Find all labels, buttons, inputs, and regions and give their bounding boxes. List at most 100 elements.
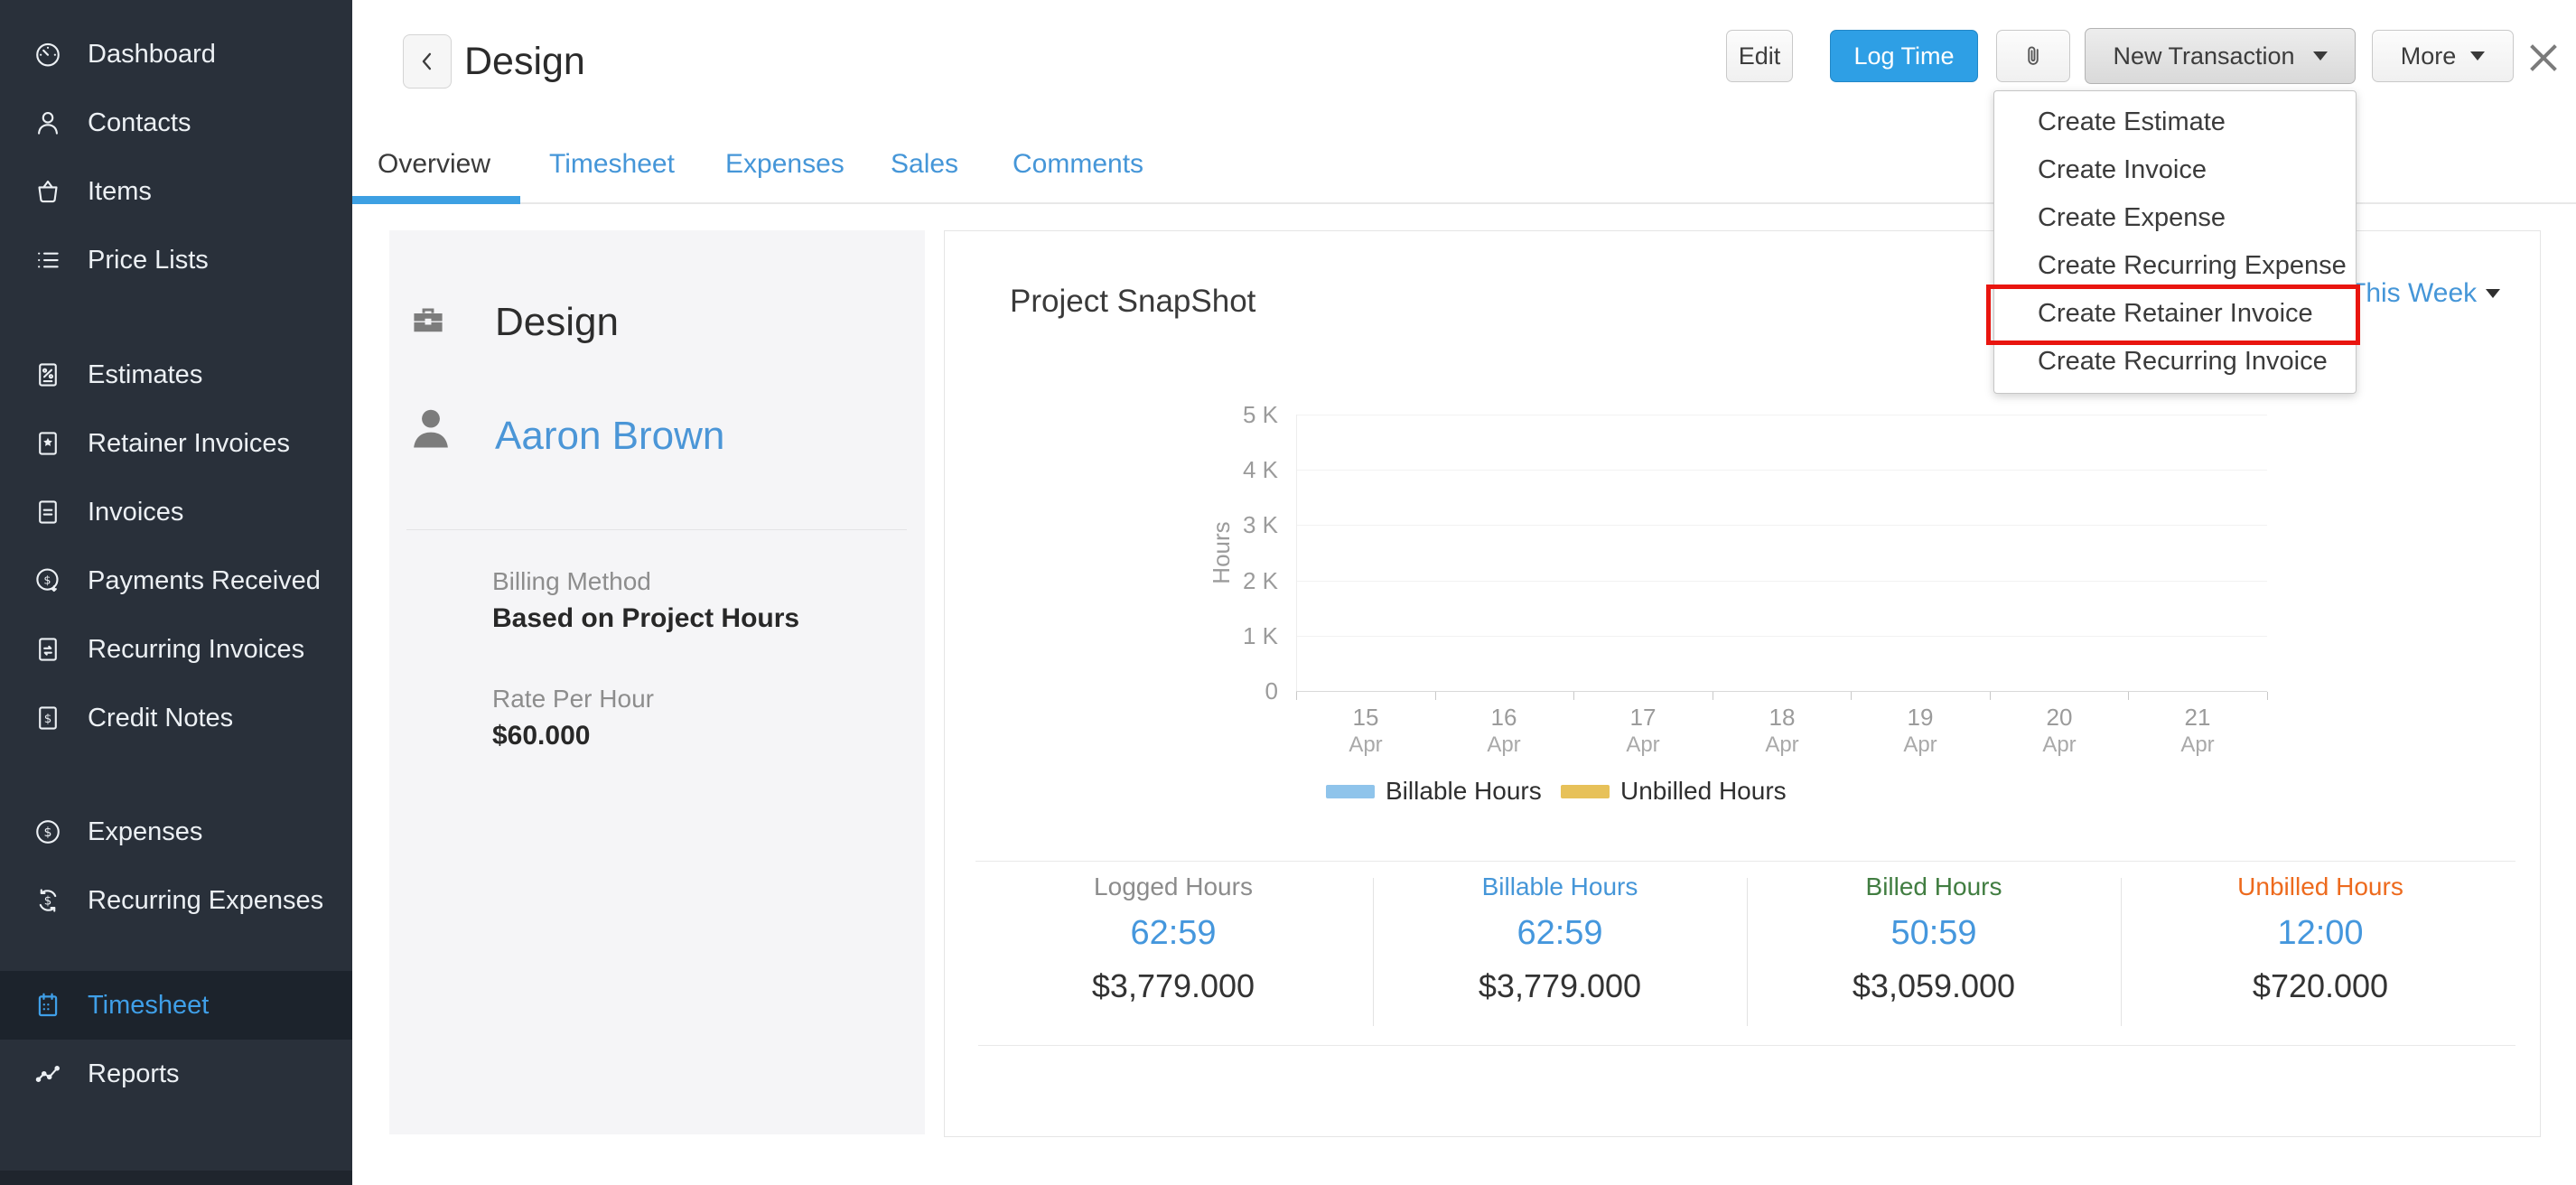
tab-sales[interactable]: Sales [891, 146, 958, 182]
project-name: Design [495, 300, 619, 345]
sidebar-item-recurring-expenses[interactable]: $ Recurring Expenses [0, 866, 352, 935]
stat-label: Billed Hours [1753, 869, 2114, 905]
tab-comments[interactable]: Comments [1013, 146, 1143, 182]
sidebar-item-label: Items [88, 177, 152, 207]
gridline [1296, 636, 2267, 637]
sidebar-item-timesheet[interactable]: Timesheet [0, 971, 352, 1040]
menu-item-create-invoice[interactable]: Create Invoice [1994, 146, 2356, 194]
sidebar-item-estimates[interactable]: Estimates [0, 341, 352, 409]
timesheet-icon [33, 990, 63, 1021]
sidebar-item-retainer-invoices[interactable]: Retainer Invoices [0, 409, 352, 478]
paperclip-icon [2020, 42, 2047, 70]
svg-text:$: $ [44, 713, 52, 726]
field-label: Rate Per Hour [492, 685, 654, 714]
stat-label: Logged Hours [993, 869, 1354, 905]
y-axis-tick: 0 [1161, 676, 1278, 705]
legend-label: Billable Hours [1386, 777, 1542, 806]
tab-expenses[interactable]: Expenses [725, 146, 845, 182]
sidebar-item-label: Retainer Invoices [88, 429, 290, 459]
menu-item-create-recurring-invoice[interactable]: Create Recurring Invoice [1994, 338, 2356, 386]
y-axis-tick: 4 K [1161, 455, 1278, 484]
x-axis-tick [1296, 692, 1297, 700]
x-axis-label-day: 19 [1866, 702, 1974, 732]
sidebar-item-label: Reports [88, 1059, 180, 1089]
edit-button-label: Edit [1739, 42, 1781, 70]
sidebar-item-label: Recurring Expenses [88, 886, 323, 916]
legend-item-billable-hours[interactable]: Billable Hours [1326, 773, 1542, 809]
gridline [1296, 581, 2267, 582]
sidebar-item-recurring-invoices[interactable]: Recurring Invoices [0, 615, 352, 684]
menu-item-create-recurring-expense[interactable]: Create Recurring Expense [1994, 242, 2356, 290]
sidebar-item-items[interactable]: Items [0, 157, 352, 226]
new-transaction-button-label: New Transaction [2113, 42, 2294, 70]
sidebar-item-payments-received[interactable]: $Payments Received [0, 546, 352, 615]
sidebar-item-contacts[interactable]: Contacts [0, 89, 352, 157]
sidebar-item-label: Credit Notes [88, 704, 233, 733]
legend-item-unbilled-hours[interactable]: Unbilled Hours [1561, 773, 1787, 809]
menu-item-create-expense[interactable]: Create Expense [1994, 194, 2356, 242]
attachment-button[interactable] [1996, 30, 2070, 82]
sidebar-item-dashboard[interactable]: Dashboard [0, 20, 352, 89]
stat-divider [1373, 878, 1374, 1026]
period-selector[interactable]: This Week [2349, 275, 2500, 313]
more-button[interactable]: More [2372, 30, 2514, 82]
legend-swatch [1561, 785, 1610, 798]
y-axis-title: Hours [1153, 485, 1289, 620]
expenses-icon: $ [33, 816, 63, 847]
x-axis-label: 21Apr [2143, 702, 2252, 758]
x-axis-label-day: 15 [1311, 702, 1420, 732]
contacts-icon [33, 107, 63, 138]
customer-link[interactable]: Aaron Brown [495, 414, 724, 459]
close-icon[interactable] [2528, 42, 2559, 73]
x-axis-tick [1573, 692, 1574, 700]
panel-divider [406, 529, 907, 530]
gridline [1296, 525, 2267, 526]
x-axis-label-month: Apr [2005, 732, 2114, 758]
svg-text:$: $ [43, 826, 51, 840]
x-axis-label-month: Apr [2143, 732, 2252, 758]
sidebar-item-label: Recurring Invoices [88, 635, 304, 665]
active-tab-underline [352, 196, 520, 204]
menu-item-create-estimate[interactable]: Create Estimate [1994, 98, 2356, 146]
sidebar-item-invoices[interactable]: Invoices [0, 478, 352, 546]
tab-overview[interactable]: Overview [378, 146, 490, 182]
reports-icon [33, 1059, 63, 1089]
tab-timesheet[interactable]: Timesheet [549, 146, 675, 182]
x-axis-label-day: 20 [2005, 702, 2114, 732]
legend-label: Unbilled Hours [1620, 777, 1787, 806]
field-value: $60.000 [492, 721, 590, 751]
sidebar-item-label: Contacts [88, 108, 191, 138]
stat-amount-value: $3,779.000 [1379, 961, 1741, 1012]
sidebar-item-label: Invoices [88, 498, 183, 527]
stat-amount-value: $3,779.000 [993, 961, 1354, 1012]
stat-billable-hours: Billable Hours62:59$3,779.000 [1379, 869, 1741, 1012]
x-axis-label-day: 18 [1728, 702, 1836, 732]
x-axis-label-month: Apr [1728, 732, 1836, 758]
stat-time-value: 62:59 [1379, 907, 1741, 959]
sidebar-item-expenses[interactable]: $Expenses [0, 798, 352, 866]
gridline [1296, 470, 2267, 471]
sidebar-footer [0, 1171, 352, 1185]
period-selector-label: This Week [2349, 278, 2477, 309]
log-time-button[interactable]: Log Time [1830, 30, 1978, 82]
x-axis-label-month: Apr [1311, 732, 1420, 758]
stat-logged-hours: Logged Hours62:59$3,779.000 [993, 869, 1354, 1012]
snapshot-title: Project SnapShot [1010, 284, 1255, 320]
chevron-left-icon [415, 49, 440, 74]
sidebar-item-label: Timesheet [88, 991, 209, 1021]
sidebar-item-label: Price Lists [88, 246, 209, 275]
back-button[interactable] [403, 34, 452, 89]
sidebar-item-reports[interactable]: Reports [0, 1040, 352, 1108]
stat-divider [2121, 878, 2122, 1026]
dashboard-icon [33, 39, 63, 70]
svg-text:$: $ [44, 895, 52, 909]
sidebar-item-credit-notes[interactable]: $ Credit Notes [0, 684, 352, 752]
sidebar-item-price-lists[interactable]: Price Lists [0, 226, 352, 294]
briefcase-icon [408, 300, 448, 340]
menu-item-create-retainer-invoice[interactable]: Create Retainer Invoice [1994, 290, 2356, 338]
y-axis-tick: 2 K [1161, 566, 1278, 595]
price-lists-icon [33, 245, 63, 275]
stat-amount-value: $3,059.000 [1753, 961, 2114, 1012]
edit-button[interactable]: Edit [1726, 30, 1793, 82]
new-transaction-button[interactable]: New Transaction [2085, 28, 2356, 84]
